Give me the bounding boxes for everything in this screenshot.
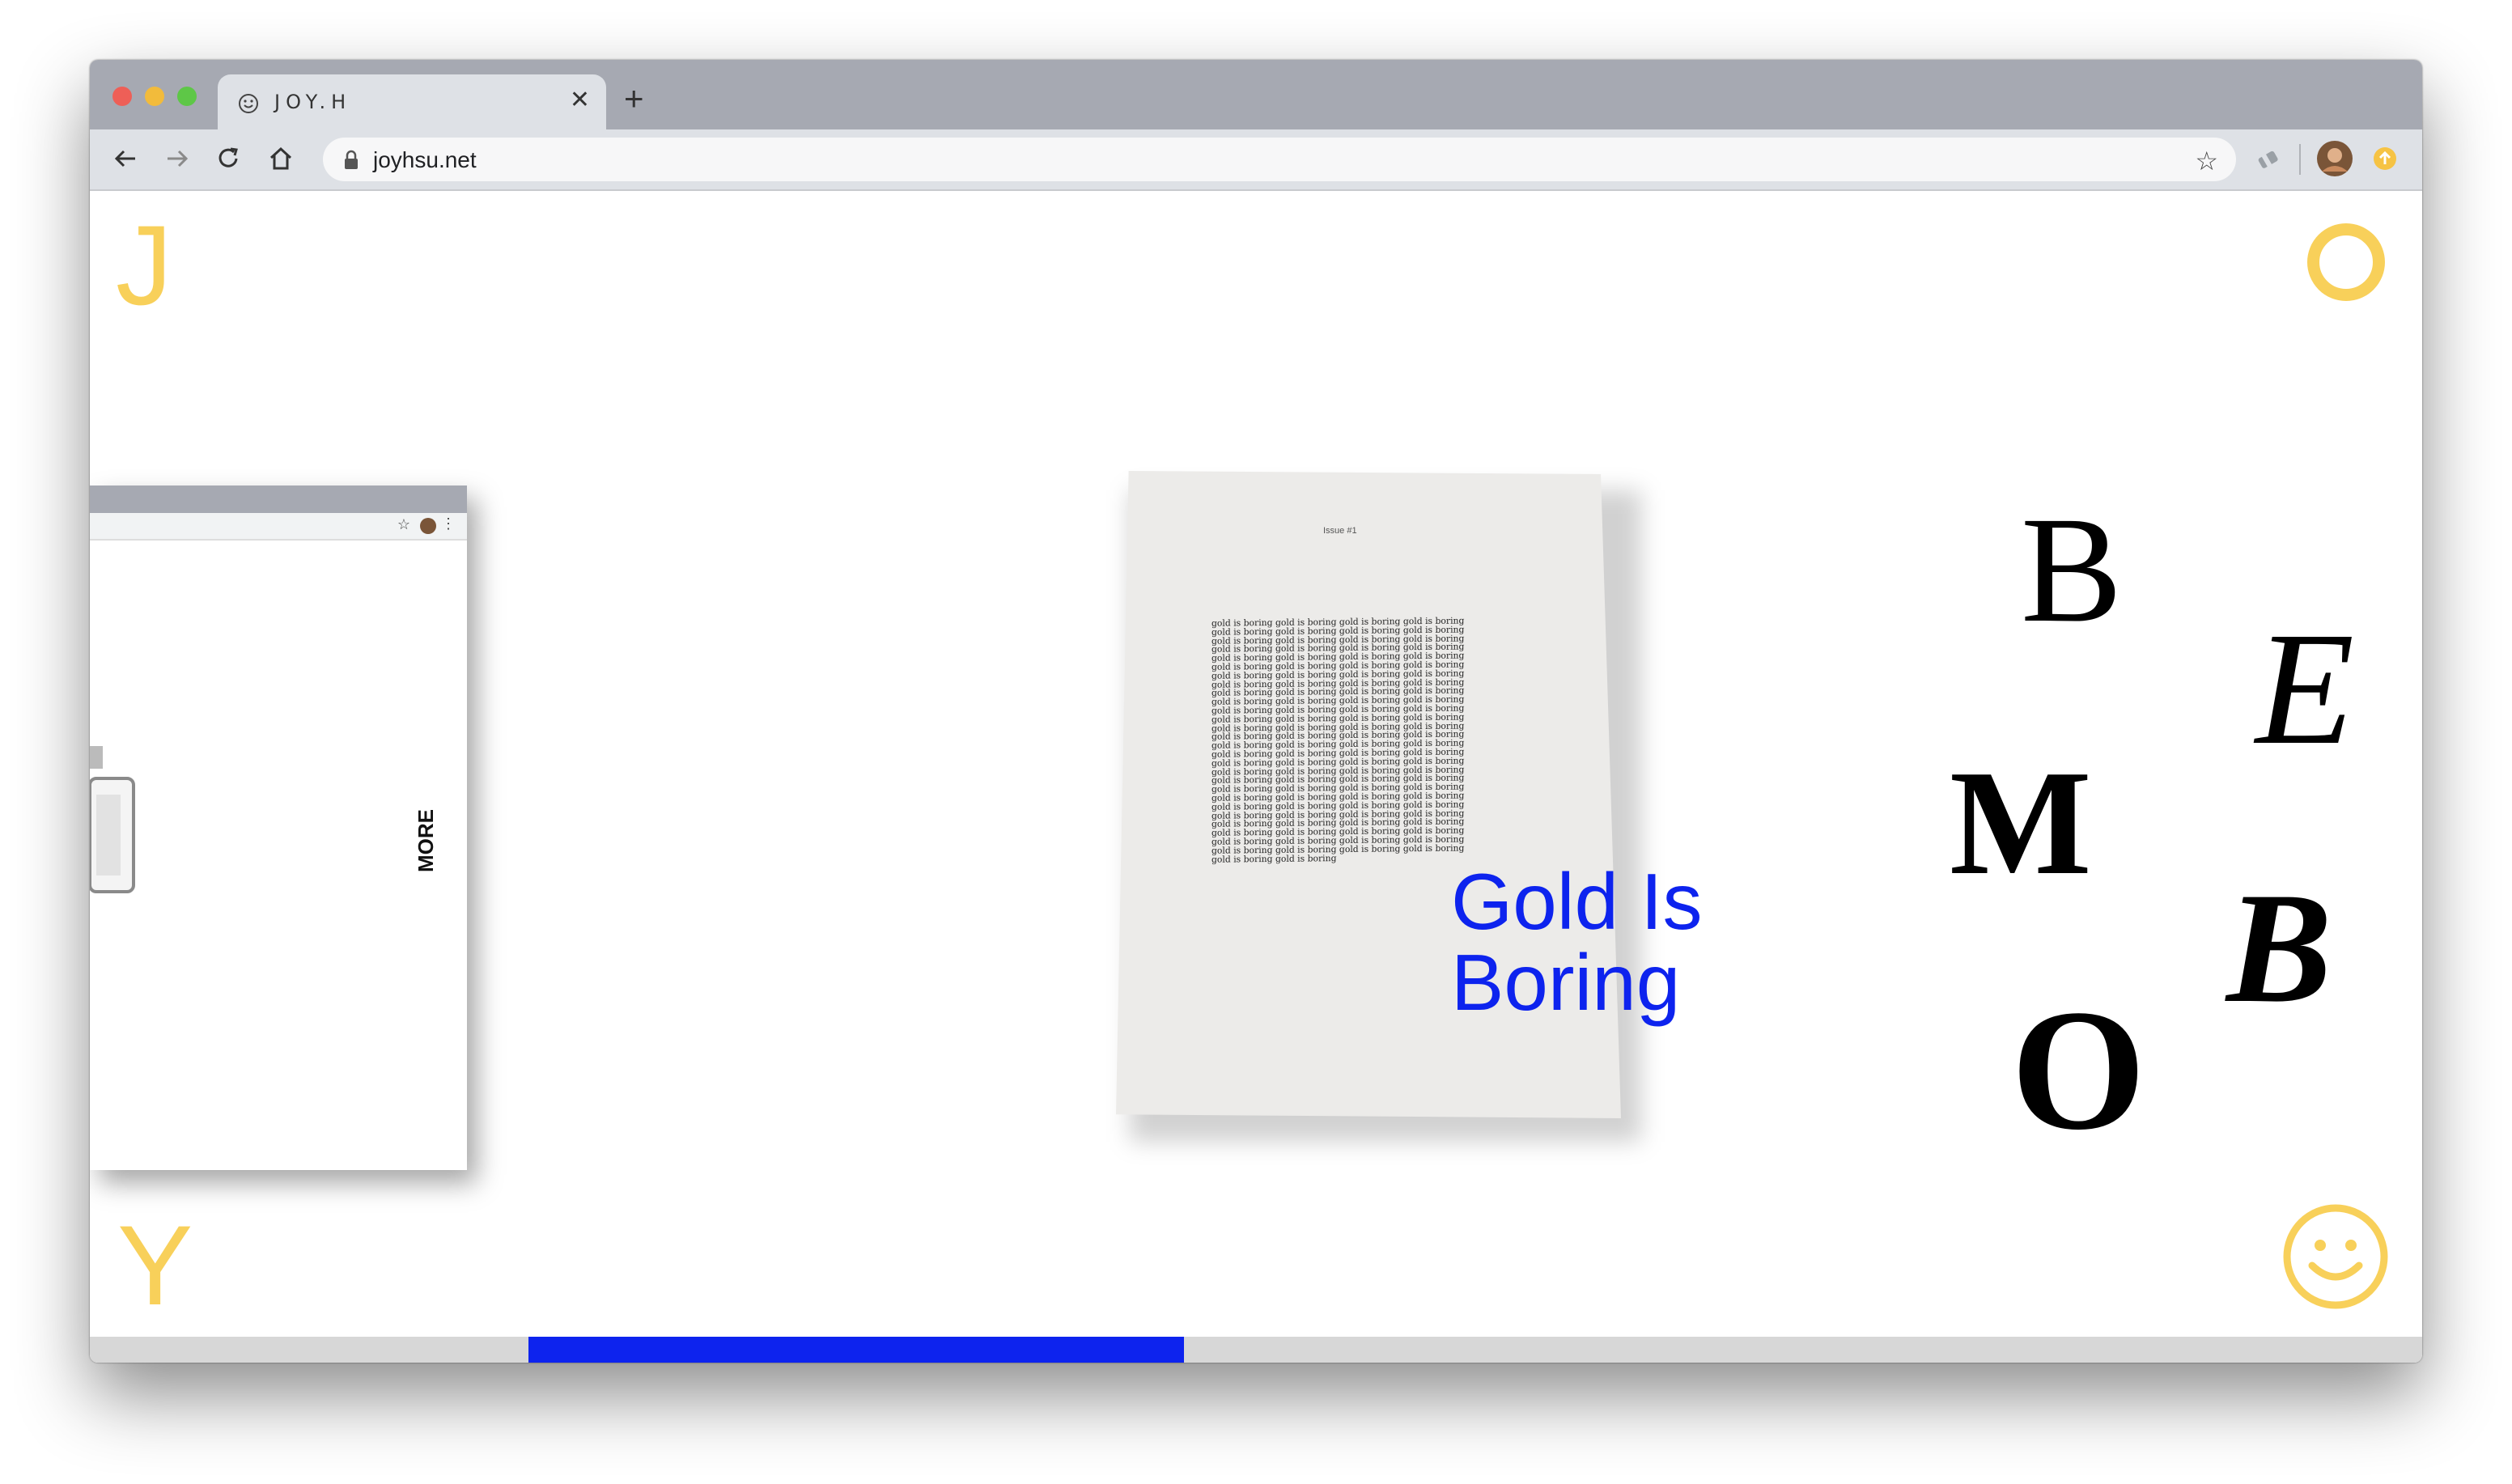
minimize-window-button[interactable] <box>145 87 164 106</box>
lock-icon <box>345 150 358 169</box>
address-bar[interactable]: joyhsu.net ☆ <box>323 138 2236 181</box>
floating-letter[interactable]: B <box>2226 869 2332 1028</box>
project-title[interactable]: Gold Is Boring <box>1451 861 1726 1023</box>
back-arrow-icon[interactable] <box>111 144 140 173</box>
browser-window: JOY.H ✕ + joyhsu.net ☆ J Y ☆ ⋮ MORE Issu… <box>90 60 2422 1363</box>
zoom-window-button[interactable] <box>177 87 197 106</box>
mini-avatar <box>420 518 436 534</box>
smiley-icon[interactable] <box>2280 1201 2391 1312</box>
mini-menu-icon: ⋮ <box>441 515 456 532</box>
perfume-bottle-icon <box>90 746 135 893</box>
page-content: J Y ☆ ⋮ MORE Issue #1 gold is boring gol… <box>90 191 2422 1363</box>
project-preview-browser[interactable]: ☆ ⋮ MORE <box>90 485 467 1170</box>
mini-star-icon: ☆ <box>397 516 410 532</box>
corner-letter-j[interactable]: J <box>116 209 172 322</box>
floating-letter[interactable]: M <box>1950 748 2092 898</box>
mini-toolbar: ☆ ⋮ <box>90 513 467 541</box>
profile-avatar[interactable] <box>2315 139 2354 178</box>
more-label[interactable]: MORE <box>414 809 439 872</box>
floating-letter[interactable]: B <box>2021 494 2122 646</box>
reload-icon[interactable] <box>214 144 244 173</box>
corner-letter-y[interactable]: Y <box>117 1209 193 1322</box>
issue-label: Issue #1 <box>1323 526 1357 536</box>
forward-arrow-icon[interactable] <box>163 144 192 173</box>
carousel-progress-track[interactable] <box>90 1337 2422 1363</box>
tab-title: JOY.H <box>274 91 352 113</box>
update-badge-icon[interactable] <box>2372 146 2398 172</box>
floating-letter[interactable]: O <box>2011 984 2145 1157</box>
tab-strip: JOY.H ✕ + <box>90 60 2422 129</box>
toolbar-divider <box>2299 144 2301 175</box>
ring-o-icon[interactable] <box>2307 223 2385 301</box>
floating-letter[interactable]: E <box>2255 608 2354 770</box>
url-text: joyhsu.net <box>373 147 477 172</box>
tab-joyh[interactable]: JOY.H ✕ <box>218 74 606 129</box>
mini-tab-strip <box>90 485 467 513</box>
smiley-icon <box>239 94 258 113</box>
repeated-text-block: gold is boring gold is boring gold is bo… <box>1211 615 1465 865</box>
extension-icon[interactable] <box>2252 142 2285 175</box>
carousel-progress-fill <box>528 1337 1184 1363</box>
close-window-button[interactable] <box>112 87 132 106</box>
new-tab-button[interactable]: + <box>624 82 644 116</box>
browser-toolbar: joyhsu.net ☆ <box>90 129 2422 191</box>
home-icon[interactable] <box>266 144 295 173</box>
bookmark-star-icon[interactable]: ☆ <box>2195 146 2218 176</box>
close-tab-icon[interactable]: ✕ <box>570 88 590 112</box>
